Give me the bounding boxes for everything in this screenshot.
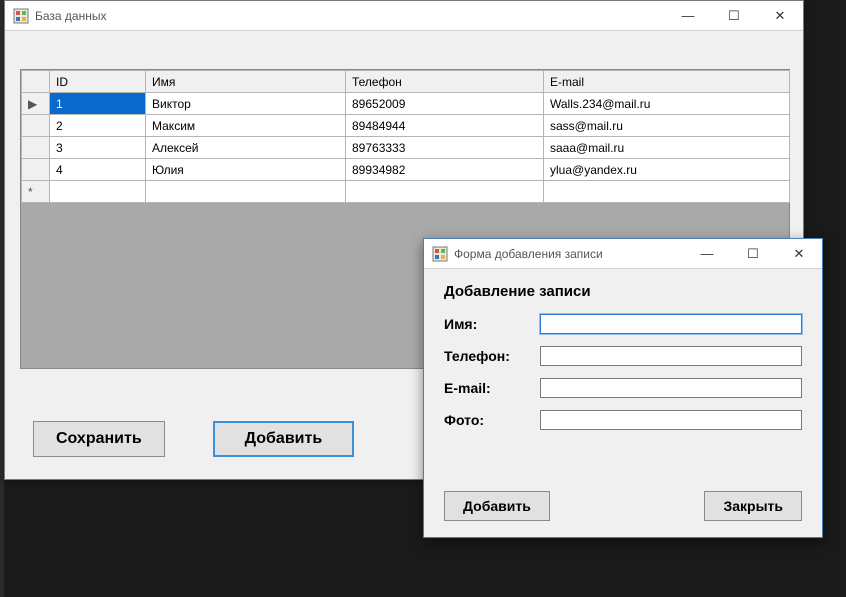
add-record-dialog: Форма добавления записи — ☐ ✕ Добавление… [423, 238, 823, 538]
photo-input[interactable] [540, 410, 802, 430]
cell-empty[interactable] [544, 181, 790, 203]
cell-tel[interactable]: 89763333 [346, 137, 544, 159]
dialog-titlebar[interactable]: Форма добавления записи — ☐ ✕ [424, 239, 822, 269]
grid-corner [22, 71, 50, 93]
minimize-button[interactable]: — [665, 1, 711, 31]
col-name[interactable]: Имя [146, 71, 346, 93]
app-icon [432, 246, 448, 262]
cell-name[interactable]: Юлия [146, 159, 346, 181]
row-indicator [22, 159, 50, 181]
col-email[interactable]: E-mail [544, 71, 790, 93]
tel-input[interactable] [540, 346, 802, 366]
cell-tel[interactable]: 89934982 [346, 159, 544, 181]
app-icon [13, 8, 29, 24]
cell-id[interactable]: 3 [50, 137, 146, 159]
row-indicator [22, 137, 50, 159]
tel-label: Телефон: [444, 348, 540, 364]
cell-mail[interactable]: ylua@yandex.ru [544, 159, 790, 181]
new-row-indicator: * [22, 181, 50, 203]
close-icon: ✕ [794, 246, 805, 262]
email-label: E-mail: [444, 380, 540, 396]
dialog-close-action-button[interactable]: Закрыть [704, 491, 802, 521]
name-label: Имя: [444, 316, 540, 332]
cell-tel[interactable]: 89484944 [346, 115, 544, 137]
col-id[interactable]: ID [50, 71, 146, 93]
cell-tel[interactable]: 89652009 [346, 93, 544, 115]
dialog-maximize-button[interactable]: ☐ [730, 239, 776, 269]
col-tel[interactable]: Телефон [346, 71, 544, 93]
dialog-minimize-button[interactable]: — [684, 239, 730, 269]
main-window-title: База данных [35, 9, 106, 23]
close-icon: ✕ [775, 8, 786, 24]
dialog-close-button[interactable]: ✕ [776, 239, 822, 269]
table-row[interactable]: 2Максим89484944sass@mail.ru [22, 115, 790, 137]
cell-name[interactable]: Алексей [146, 137, 346, 159]
minimize-icon: — [701, 246, 714, 261]
cell-id[interactable]: 1 [50, 93, 146, 115]
dialog-title: Форма добавления записи [454, 247, 603, 261]
dialog-add-button[interactable]: Добавить [444, 491, 550, 521]
table-row[interactable]: ▶1Виктор89652009Walls.234@mail.ru [22, 93, 790, 115]
photo-label: Фото: [444, 412, 540, 428]
cell-name[interactable]: Виктор [146, 93, 346, 115]
table-row[interactable]: 4Юлия89934982ylua@yandex.ru [22, 159, 790, 181]
row-indicator: ▶ [22, 93, 50, 115]
cell-empty[interactable] [146, 181, 346, 203]
minimize-icon: — [682, 8, 695, 23]
cell-mail[interactable]: Walls.234@mail.ru [544, 93, 790, 115]
maximize-button[interactable]: ☐ [711, 1, 757, 31]
grid-header-row: ID Имя Телефон E-mail [22, 71, 790, 93]
cell-empty[interactable] [50, 181, 146, 203]
close-button[interactable]: ✕ [757, 1, 803, 31]
cell-mail[interactable]: saaa@mail.ru [544, 137, 790, 159]
dialog-heading: Добавление записи [444, 283, 802, 300]
cell-id[interactable]: 2 [50, 115, 146, 137]
cell-id[interactable]: 4 [50, 159, 146, 181]
cell-name[interactable]: Максим [146, 115, 346, 137]
main-titlebar[interactable]: База данных — ☐ ✕ [5, 1, 803, 31]
maximize-icon: ☐ [747, 246, 759, 262]
table-row[interactable]: 3Алексей89763333saaa@mail.ru [22, 137, 790, 159]
table-new-row[interactable]: * [22, 181, 790, 203]
name-input[interactable] [540, 314, 802, 334]
email-input[interactable] [540, 378, 802, 398]
cell-empty[interactable] [346, 181, 544, 203]
add-button[interactable]: Добавить [213, 421, 355, 457]
save-button[interactable]: Сохранить [33, 421, 165, 457]
maximize-icon: ☐ [728, 8, 740, 24]
cell-mail[interactable]: sass@mail.ru [544, 115, 790, 137]
row-indicator [22, 115, 50, 137]
